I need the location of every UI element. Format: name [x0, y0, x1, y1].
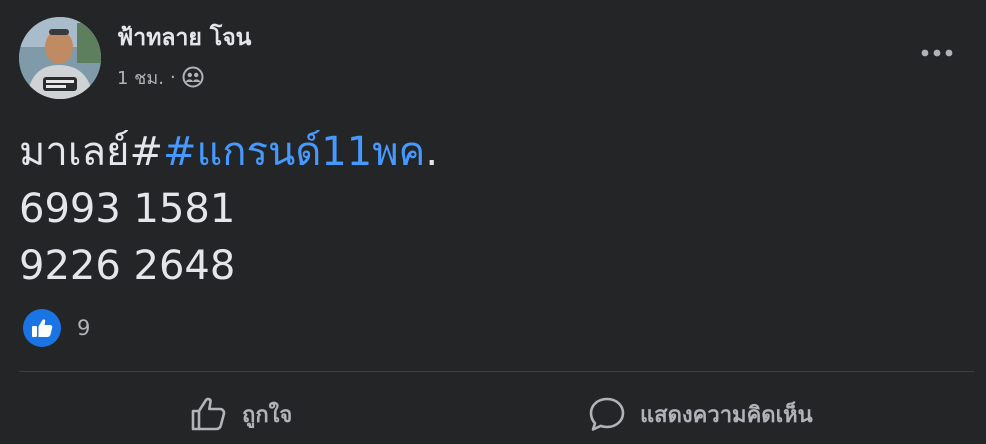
more-options-button[interactable]	[912, 36, 962, 70]
more-dots-icon	[921, 49, 953, 57]
author-name[interactable]: ฟ้าทลาย โจน	[117, 20, 251, 56]
comment-button[interactable]: แสดงความคิดเห็น	[588, 390, 813, 438]
meta-separator: ·	[169, 66, 176, 88]
reactions-summary[interactable]: 9	[23, 309, 90, 347]
post-text: มาเลย์##แกรนด์11พค. 6993 1581 9226 2648	[19, 124, 438, 295]
thumbs-up-icon	[190, 396, 228, 432]
post-text-line-2: 6993 1581	[19, 186, 236, 232]
hashtag-link[interactable]: #แกรนด์11พค	[163, 129, 425, 175]
post-time[interactable]: 1 ชม.	[117, 63, 164, 92]
post-meta: 1 ชม. ·	[117, 63, 204, 91]
post-text-line-1: มาเลย์##แกรนด์11พค.	[19, 124, 438, 181]
comment-icon	[588, 396, 626, 432]
like-icon	[23, 309, 61, 347]
reaction-count: 9	[77, 316, 91, 340]
post-text-line-3: 9226 2648	[19, 243, 236, 289]
comment-button-label: แสดงความคิดเห็น	[640, 402, 813, 428]
like-button-label: ถูกใจ	[242, 402, 293, 428]
author-avatar[interactable]	[19, 17, 101, 99]
actions-divider	[19, 371, 974, 372]
friends-icon[interactable]	[182, 66, 204, 88]
like-button[interactable]: ถูกใจ	[190, 390, 292, 438]
post-text-prefix: มาเลย์#	[19, 129, 163, 175]
post-text-suffix: .	[425, 129, 439, 175]
post-card: ฟ้าทลาย โจน 1 ชม. · มาเลย์##แกรนด์11พค. …	[0, 0, 986, 444]
